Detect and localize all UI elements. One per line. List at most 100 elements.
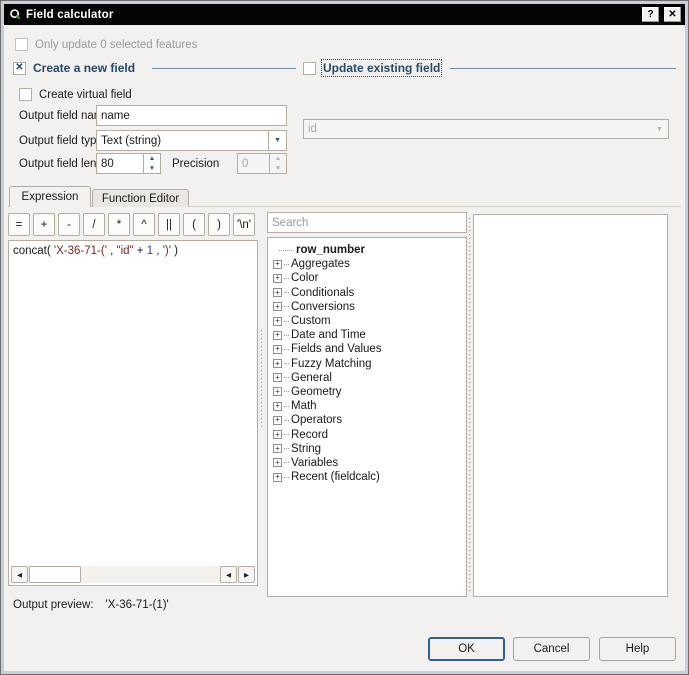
tree-category-custom[interactable]: + Custom [268, 314, 466, 328]
output-field-name-input[interactable] [96, 105, 287, 126]
tree-branch [284, 477, 289, 478]
expand-plus-icon[interactable]: + [273, 345, 282, 354]
scroll-left-icon[interactable]: ◀ [220, 566, 237, 583]
tab-expression[interactable]: Expression [9, 186, 91, 207]
tab-function-editor[interactable]: Function Editor [92, 189, 189, 207]
function-tree[interactable]: row_number +Aggregates + Color +Condition… [267, 237, 467, 597]
tree-category-variables[interactable]: +Variables [268, 456, 466, 470]
only-update-row: Only update 0 selected features [15, 38, 197, 51]
operator-divide-button[interactable]: / [83, 213, 105, 236]
expand-plus-icon[interactable]: + [273, 387, 282, 396]
operator-close-paren-button[interactable]: ) [208, 213, 230, 236]
scroll-right-icon[interactable]: ▶ [238, 566, 255, 583]
tree-category-fields-and-values[interactable]: +Fields and Values [268, 342, 466, 356]
tree-branch [284, 306, 289, 307]
expand-plus-icon[interactable]: + [273, 359, 282, 368]
tree-category-label: Geometry [291, 386, 342, 398]
expression-token: concat( [13, 245, 54, 257]
expand-plus-icon[interactable]: + [273, 444, 282, 453]
help-button[interactable]: Help [599, 637, 676, 661]
spinner-arrows[interactable]: ▲ ▼ [269, 154, 286, 173]
expand-plus-icon[interactable]: + [273, 317, 282, 326]
spin-down-icon[interactable]: ▼ [144, 164, 160, 174]
expand-plus-icon[interactable]: + [273, 416, 282, 425]
search-input[interactable] [272, 217, 462, 229]
expression-token: ) [171, 245, 178, 257]
only-update-checkbox[interactable] [15, 38, 28, 51]
splitter-handle[interactable] [260, 330, 263, 430]
chevron-down-icon[interactable]: ▼ [268, 131, 286, 150]
operator-minus-button[interactable]: - [58, 213, 80, 236]
title-bar[interactable]: Field calculator ? ✕ [4, 4, 685, 25]
create-new-field-checkbox[interactable]: ✕ [13, 62, 26, 75]
expand-plus-icon[interactable]: + [273, 288, 282, 297]
tree-category-date-and-time[interactable]: + Date and Time [268, 328, 466, 342]
function-search-box[interactable] [267, 212, 467, 233]
expression-editor[interactable]: concat( 'X-36-71-(' , "id" + 1 , ')' ) ◀… [8, 240, 258, 586]
tree-category-recent-fieldcalc[interactable]: +Recent (fieldcalc) [268, 470, 466, 484]
create-new-field-label: Create a new field [33, 61, 135, 75]
chevron-down-icon[interactable]: ▼ [651, 120, 668, 138]
spin-up-icon[interactable]: ▲ [144, 154, 160, 164]
expand-plus-icon[interactable]: + [273, 430, 282, 439]
tree-category-operators[interactable]: +Operators [268, 413, 466, 427]
operator-power-button[interactable]: ^ [133, 213, 155, 236]
expression-text[interactable]: concat( 'X-36-71-(' , "id" + 1 , ')' ) [9, 241, 257, 261]
tree-item-row-number[interactable]: row_number [268, 243, 466, 257]
spin-up-icon[interactable]: ▲ [270, 154, 286, 164]
tree-branch [284, 406, 289, 407]
tree-category-aggregates[interactable]: +Aggregates [268, 257, 466, 271]
output-field-name-value[interactable] [101, 110, 282, 122]
tree-category-record[interactable]: +Record [268, 427, 466, 441]
output-field-length-value: 80 [101, 158, 114, 170]
scroll-left-icon[interactable]: ◀ [11, 566, 28, 583]
close-window-button[interactable]: ✕ [663, 6, 682, 23]
expand-plus-icon[interactable]: + [273, 302, 282, 311]
operator-newline-button[interactable]: '\n' [233, 213, 255, 236]
operator-multiply-button[interactable]: * [108, 213, 130, 236]
output-field-length-spinbox[interactable]: 80 ▲ ▼ [96, 153, 161, 174]
spin-down-icon[interactable]: ▼ [270, 164, 286, 174]
tree-category-fuzzy-matching[interactable]: +Fuzzy Matching [268, 357, 466, 371]
tree-category-math[interactable]: +Math [268, 399, 466, 413]
tree-branch [284, 420, 289, 421]
scrollbar-track[interactable] [81, 566, 220, 583]
tree-category-label: Color [291, 272, 318, 284]
existing-field-combobox[interactable]: id ▼ [303, 119, 669, 139]
tree-branch [284, 391, 289, 392]
tree-category-geometry[interactable]: + Geometry [268, 385, 466, 399]
update-existing-field-group: Update existing field [303, 61, 440, 75]
operator-open-paren-button[interactable]: ( [183, 213, 205, 236]
expand-plus-icon[interactable]: + [273, 373, 282, 382]
splitter-handle[interactable] [468, 218, 471, 594]
scrollbar-thumb[interactable] [29, 566, 81, 583]
update-existing-field-checkbox[interactable] [303, 62, 316, 75]
spinner-arrows[interactable]: ▲ ▼ [143, 154, 160, 173]
tree-category-general[interactable]: +General [268, 371, 466, 385]
create-virtual-field-checkbox[interactable] [19, 88, 32, 101]
cancel-button[interactable]: Cancel [513, 637, 590, 661]
create-virtual-field-row: Create virtual field [19, 88, 132, 101]
tree-category-color[interactable]: + Color [268, 271, 466, 285]
tree-category-string[interactable]: + String [268, 442, 466, 456]
expand-plus-icon[interactable]: + [273, 402, 282, 411]
tree-category-label: Date and Time [291, 329, 366, 341]
operator-equals-button[interactable]: = [8, 213, 30, 236]
operator-concat-button[interactable]: || [158, 213, 180, 236]
tree-category-conversions[interactable]: +Conversions [268, 300, 466, 314]
precision-spinbox[interactable]: 0 ▲ ▼ [237, 153, 287, 174]
tree-category-label: Custom [291, 315, 331, 327]
help-window-button[interactable]: ? [641, 6, 660, 23]
output-field-type-combobox[interactable]: Text (string) ▼ [96, 130, 287, 151]
tree-category-conditionals[interactable]: +Conditionals [268, 286, 466, 300]
tree-item-label: row_number [296, 244, 365, 256]
tree-category-label: String [291, 443, 321, 455]
ok-button[interactable]: OK [428, 637, 505, 661]
expand-plus-icon[interactable]: + [273, 274, 282, 283]
operator-plus-button[interactable]: + [33, 213, 55, 236]
expand-plus-icon[interactable]: + [273, 458, 282, 467]
expand-plus-icon[interactable]: + [273, 473, 282, 482]
horizontal-scrollbar[interactable]: ◀ ◀ ▶ [11, 566, 255, 583]
expand-plus-icon[interactable]: + [273, 260, 282, 269]
expand-plus-icon[interactable]: + [273, 331, 282, 340]
